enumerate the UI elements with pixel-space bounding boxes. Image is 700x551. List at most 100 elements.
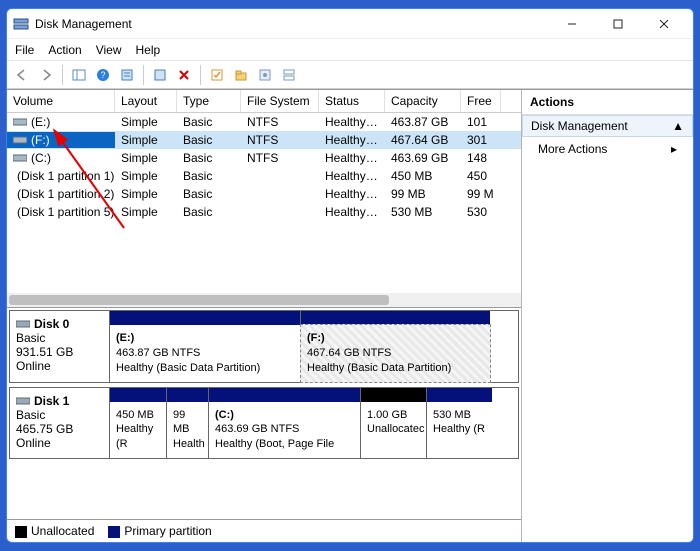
layout-cell: Simple (115, 204, 177, 220)
forward-button[interactable] (35, 64, 57, 86)
menu-action[interactable]: Action (48, 43, 81, 57)
partition[interactable]: (E:)463.87 GB NTFSHealthy (Basic Data Pa… (110, 311, 300, 382)
menu-file[interactable]: File (15, 43, 34, 57)
legend-unallocated: Unallocated (15, 524, 94, 538)
partition-band (361, 388, 426, 402)
status-cell: Healthy (B... (319, 114, 385, 130)
scrollbar-thumb[interactable] (9, 295, 389, 305)
filesystem-cell (241, 175, 319, 177)
disk-label[interactable]: Disk 1 Basic 465.75 GB Online (10, 388, 110, 459)
partition-band (301, 311, 490, 325)
partition[interactable]: 530 MBHealthy (R (426, 388, 492, 459)
back-button[interactable] (11, 64, 33, 86)
swatch-primary-icon (108, 526, 120, 538)
layout-cell: Simple (115, 150, 177, 166)
actions-group[interactable]: Disk Management ▲ (522, 115, 693, 137)
separator-icon (200, 65, 201, 85)
properties-button[interactable] (116, 64, 138, 86)
partition[interactable]: 1.00 GBUnallocatec (360, 388, 426, 459)
volume-row[interactable]: (Disk 1 partition 2)SimpleBasicHealthy (… (7, 185, 521, 203)
partition[interactable]: (F:)467.64 GB NTFSHealthy (Basic Data Pa… (300, 311, 490, 382)
disk-size: 465.75 GB (16, 422, 103, 436)
partition-band (427, 388, 492, 402)
capacity-cell: 450 MB (385, 168, 461, 184)
menubar: File Action View Help (7, 39, 693, 61)
partition-info: (C:)463.69 GB NTFSHealthy (Boot, Page Fi… (209, 402, 360, 459)
volume-row[interactable]: (E:)SimpleBasicNTFSHealthy (B...463.87 G… (7, 113, 521, 131)
type-cell: Basic (177, 114, 241, 130)
status-cell: Healthy (E... (319, 186, 385, 202)
partition-info: 1.00 GBUnallocatec (361, 402, 426, 444)
actions-pane: Actions Disk Management ▲ More Actions ▸ (521, 90, 693, 542)
new-button[interactable] (230, 64, 252, 86)
volume-name-cell: (F:) (7, 132, 115, 148)
help-toolbar-button[interactable]: ? (92, 64, 114, 86)
menu-help[interactable]: Help (136, 43, 161, 57)
legend: Unallocated Primary partition (7, 519, 521, 542)
checklist-button[interactable] (206, 64, 228, 86)
layout-cell: Simple (115, 168, 177, 184)
close-button[interactable] (641, 9, 687, 39)
disks-graphical: Disk 0 Basic 931.51 GB Online (E:)463.87… (7, 308, 521, 519)
type-cell: Basic (177, 186, 241, 202)
volume-list: Volume Layout Type File System Status Ca… (7, 90, 521, 308)
drive-icon (13, 135, 27, 145)
volume-row[interactable]: (C:)SimpleBasicNTFSHealthy (B...463.69 G… (7, 149, 521, 167)
volume-row[interactable]: (F:)SimpleBasicNTFSHealthy (B...467.64 G… (7, 131, 521, 149)
partition[interactable]: 450 MBHealthy (R (110, 388, 166, 459)
refresh-button[interactable] (149, 64, 171, 86)
more-actions-label: More Actions (538, 142, 607, 156)
titlebar[interactable]: Disk Management (7, 9, 693, 39)
col-status[interactable]: Status (319, 90, 385, 112)
check-icon (210, 68, 224, 82)
actions-header: Actions (522, 90, 693, 115)
swatch-unallocated-icon (15, 526, 27, 538)
delete-button[interactable] (173, 64, 195, 86)
status-cell: Healthy (B... (319, 132, 385, 148)
filesystem-cell: NTFS (241, 150, 319, 166)
capacity-cell: 99 MB (385, 186, 461, 202)
filesystem-cell (241, 211, 319, 213)
col-volume[interactable]: Volume (7, 90, 115, 112)
partition-info: 530 MBHealthy (R (427, 402, 492, 444)
properties-icon (120, 68, 134, 82)
col-filesystem[interactable]: File System (241, 90, 319, 112)
separator-icon (62, 65, 63, 85)
minimize-button[interactable] (549, 9, 595, 39)
volume-list-header[interactable]: Volume Layout Type File System Status Ca… (7, 90, 521, 113)
maximize-button[interactable] (595, 9, 641, 39)
partition[interactable]: 99 MBHealth (166, 388, 208, 459)
volume-list-body[interactable]: (E:)SimpleBasicNTFSHealthy (B...463.87 G… (7, 113, 521, 293)
disk-management-window: Disk Management File Action View Help ? (6, 8, 694, 543)
minimize-icon (567, 19, 577, 29)
filesystem-cell: NTFS (241, 114, 319, 130)
col-type[interactable]: Type (177, 90, 241, 112)
drive-icon (13, 117, 27, 127)
free-cell: 450 (461, 168, 501, 184)
folder-icon (234, 68, 248, 82)
capacity-cell: 530 MB (385, 204, 461, 220)
disk-label[interactable]: Disk 0 Basic 931.51 GB Online (10, 311, 110, 382)
partition-info: 99 MBHealth (167, 402, 208, 459)
menu-view[interactable]: View (96, 43, 122, 57)
volume-row[interactable]: (Disk 1 partition 5)SimpleBasicHealthy (… (7, 203, 521, 221)
partition[interactable]: (C:)463.69 GB NTFSHealthy (Boot, Page Fi… (208, 388, 360, 459)
type-cell: Basic (177, 132, 241, 148)
type-cell: Basic (177, 168, 241, 184)
volume-row[interactable]: (Disk 1 partition 1)SimpleBasicHealthy (… (7, 167, 521, 185)
col-free[interactable]: Free (461, 90, 501, 112)
disk-partitions: (E:)463.87 GB NTFSHealthy (Basic Data Pa… (110, 311, 518, 382)
showhide-tree-button[interactable] (68, 64, 90, 86)
col-layout[interactable]: Layout (115, 90, 177, 112)
free-cell: 148 (461, 150, 501, 166)
horizontal-scrollbar[interactable] (7, 293, 521, 307)
actions-group-label: Disk Management (531, 119, 628, 133)
settings-button[interactable] (254, 64, 276, 86)
col-capacity[interactable]: Capacity (385, 90, 461, 112)
client-area: Volume Layout Type File System Status Ca… (7, 89, 693, 542)
disk-state: Online (16, 359, 103, 373)
layout-button[interactable] (278, 64, 300, 86)
free-cell: 101 (461, 114, 501, 130)
more-actions[interactable]: More Actions ▸ (522, 137, 693, 161)
status-cell: Healthy (B... (319, 150, 385, 166)
